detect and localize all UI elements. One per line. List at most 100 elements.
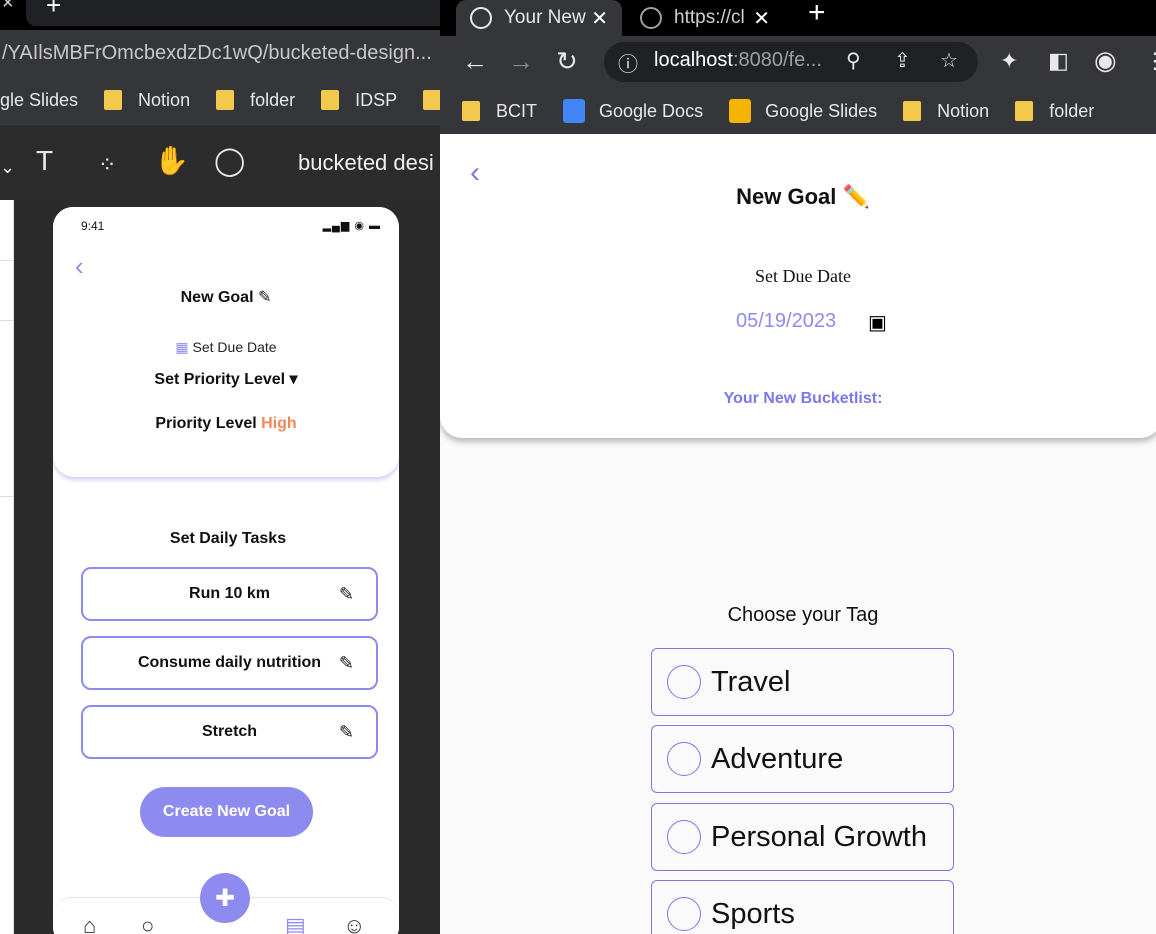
hand-tool-icon[interactable]: ✋ (154, 147, 189, 175)
back-icon[interactable]: ‹ (75, 251, 84, 282)
bookmark-bcit[interactable]: BCIT (462, 101, 537, 122)
goal-header-card: ‹ New Goal ✏️ Set Due Date 05/19/2023 ▣ … (440, 134, 1156, 438)
priority-select[interactable]: Set Priority Level ▾ (53, 369, 399, 389)
design-tool-window: × + /YAIlsMBFrOmcbexdzDc1wQ/bucketed-des… (0, 0, 440, 934)
close-tab-icon[interactable]: × (2, 0, 14, 15)
folder-icon (903, 101, 922, 121)
close-icon[interactable]: ✕ (753, 6, 770, 31)
bookmark-star-icon[interactable]: ☆ (940, 48, 958, 73)
tag-option-travel[interactable]: Travel (651, 648, 954, 716)
priority-value: High (261, 415, 297, 432)
edit-icon[interactable]: ✎ (339, 653, 354, 674)
browser-tab[interactable]: https://cl ✕ (626, 0, 784, 36)
tag-label: Travel (711, 665, 791, 698)
new-tab-icon[interactable]: + (808, 0, 826, 30)
edit-icon[interactable]: ✎ (339, 584, 354, 605)
task-item[interactable]: Consume daily nutrition ✎ (81, 636, 378, 690)
folder-icon (462, 101, 480, 121)
zoom-icon[interactable]: ⚲ (846, 48, 861, 73)
comment-tool-icon[interactable]: ◯ (214, 147, 245, 175)
bookmark-folder[interactable]: folder (216, 90, 295, 111)
bookmark-label: Notion (138, 89, 191, 110)
pencil-icon[interactable]: ✏️ (842, 184, 869, 209)
side-panel-icon[interactable]: ◧ (1048, 48, 1069, 74)
due-date-label: Set Due Date (192, 339, 277, 355)
chevron-down-icon[interactable]: ⌄ (0, 153, 15, 181)
design-tool-address-bar[interactable]: /YAIlsMBFrOmcbexdzDc1wQ/bucketed-design.… (0, 30, 440, 76)
radio-button[interactable] (667, 742, 701, 776)
phone-goal-title: New Goal ✎ (53, 287, 399, 307)
bookmark-folder[interactable]: folder (1015, 101, 1094, 122)
page-title: New Goal ✏️ (440, 184, 1156, 210)
folder-icon (1015, 101, 1034, 121)
new-tab-icon[interactable]: + (46, 0, 61, 21)
task-item[interactable]: Run 10 km ✎ (81, 567, 378, 621)
divider (0, 496, 14, 497)
create-goal-button[interactable]: Create New Goal (140, 787, 313, 837)
radio-button[interactable] (667, 820, 701, 854)
edit-icon[interactable]: ✎ (339, 722, 354, 743)
edit-icon[interactable]: ✎ (258, 289, 271, 306)
tag-label: Sports (711, 897, 795, 930)
add-goal-fab-icon[interactable]: ✚ (200, 873, 250, 923)
home-icon[interactable]: ⌂ (83, 913, 96, 934)
page-title-text: New Goal (736, 184, 837, 209)
tag-option-sports[interactable]: Sports (651, 880, 954, 934)
back-arrow-icon[interactable]: ← (462, 46, 488, 77)
browser-tab-active[interactable]: Your New ✕ (456, 0, 622, 36)
due-date-label: Set Due Date (755, 266, 851, 286)
url-text[interactable]: localhost:8080/fe... (654, 49, 822, 72)
globe-icon (470, 7, 492, 29)
design-canvas[interactable]: 9:41 ▂▄▆ ◉ ▬ ‹ New Goal ✎ ▦ Set Due Date… (0, 200, 440, 934)
bookmark-idsp[interactable]: IDSP (321, 90, 397, 111)
folder-icon (104, 90, 123, 110)
folder-icon (321, 90, 340, 110)
url-host: localhost (654, 49, 733, 71)
search-icon[interactable]: ○ (141, 913, 154, 934)
address-bar[interactable]: ⓘ localhost:8080/fe... ⚲ ⇪ ☆ (604, 42, 978, 82)
reload-icon[interactable]: ↻ (556, 46, 578, 77)
forward-arrow-icon[interactable]: → (508, 46, 534, 77)
close-icon[interactable]: ✕ (591, 6, 608, 31)
radio-button[interactable] (667, 897, 701, 931)
task-label: Stretch (201, 723, 258, 740)
bookmark-more[interactable] (423, 90, 440, 110)
google-slides-icon (729, 99, 752, 123)
tag-option-adventure[interactable]: Adventure (651, 725, 954, 793)
goals-icon[interactable]: ▤ (285, 913, 306, 934)
phone-mockup-frame[interactable]: 9:41 ▂▄▆ ◉ ▬ ‹ New Goal ✎ ▦ Set Due Date… (53, 207, 399, 934)
bookmark-google-docs[interactable]: Google Docs (563, 99, 703, 123)
text-tool-icon[interactable]: T (36, 147, 53, 175)
bookmark-google-slides[interactable]: Google Slides (729, 99, 877, 123)
bookmark-notion[interactable]: Notion (903, 101, 989, 122)
url-path: :8080/fe... (732, 49, 822, 71)
tag-label: Adventure (711, 742, 844, 775)
profile-avatar-icon[interactable]: ◉ (1094, 45, 1117, 76)
design-document-title[interactable]: bucketed desi (298, 150, 434, 176)
bookmark-label: Google Docs (599, 100, 704, 121)
browser-toolbar: ← → ↻ ⓘ localhost:8080/fe... ⚲ ⇪ ☆ ✦ ◧ ◉… (440, 36, 1156, 88)
bookmark-label: Google Slides (765, 100, 878, 121)
profile-icon[interactable]: ☺ (343, 913, 365, 934)
task-item[interactable]: Stretch ✎ (81, 705, 378, 759)
extensions-icon[interactable]: ✦ (1000, 48, 1018, 74)
share-icon[interactable]: ⇪ (894, 48, 911, 73)
browser-bookmarks-bar: BCIT Google Docs Google Slides Notion fo… (440, 88, 1156, 134)
bookmark-label: BCIT (496, 100, 538, 121)
bookmark-notion[interactable]: Notion (104, 90, 190, 111)
tag-option-personal-growth[interactable]: Personal Growth (651, 803, 954, 871)
bookmark-label: folder (1049, 100, 1095, 121)
divider (0, 320, 14, 321)
bookmark-google-slides[interactable]: gle Slides (0, 90, 78, 111)
radio-button[interactable] (667, 665, 701, 699)
due-date-input[interactable]: 05/19/2023 (736, 310, 836, 333)
components-icon[interactable]: ⁘ (98, 151, 116, 179)
design-tool-active-tab[interactable] (26, 0, 440, 26)
status-time: 9:41 (81, 219, 105, 233)
bookmark-label: gle Slides (0, 89, 79, 110)
design-tool-bookmarks-bar: gle Slides Notion folder IDSP (0, 76, 440, 124)
info-icon[interactable]: ⓘ (618, 48, 638, 77)
menu-icon[interactable]: ⋮ (1144, 48, 1156, 74)
calendar-icon[interactable]: ▣ (868, 310, 887, 335)
phone-due-date[interactable]: ▦ Set Due Date (53, 339, 399, 356)
